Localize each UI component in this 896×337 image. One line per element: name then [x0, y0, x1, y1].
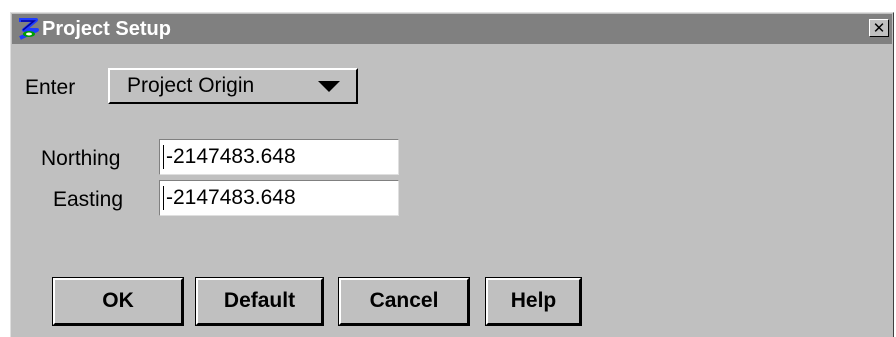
default-button[interactable]: Default	[195, 277, 324, 326]
ok-button[interactable]: OK	[52, 277, 184, 326]
triangle-down-icon	[318, 81, 340, 92]
help-button[interactable]: Help	[485, 277, 582, 326]
enter-label: Enter	[25, 76, 76, 99]
easting-label: Easting	[53, 188, 124, 211]
dialog-title: Project Setup	[42, 18, 171, 40]
northing-label: Northing	[41, 147, 121, 170]
northing-field[interactable]: -2147483.648	[159, 139, 399, 175]
close-icon: ✕	[872, 19, 886, 37]
app-icon	[19, 18, 39, 40]
title-bar[interactable]: Project Setup ✕	[12, 14, 892, 44]
cancel-button[interactable]: Cancel	[338, 277, 470, 326]
close-button[interactable]: ✕	[869, 19, 889, 37]
enter-dropdown[interactable]: Project Origin	[108, 68, 358, 104]
enter-dropdown-value: Project Origin	[127, 74, 255, 97]
easting-field[interactable]: -2147483.648	[159, 180, 399, 216]
project-setup-dialog: Project Setup ✕ Enter Project Origin Nor…	[10, 12, 894, 337]
